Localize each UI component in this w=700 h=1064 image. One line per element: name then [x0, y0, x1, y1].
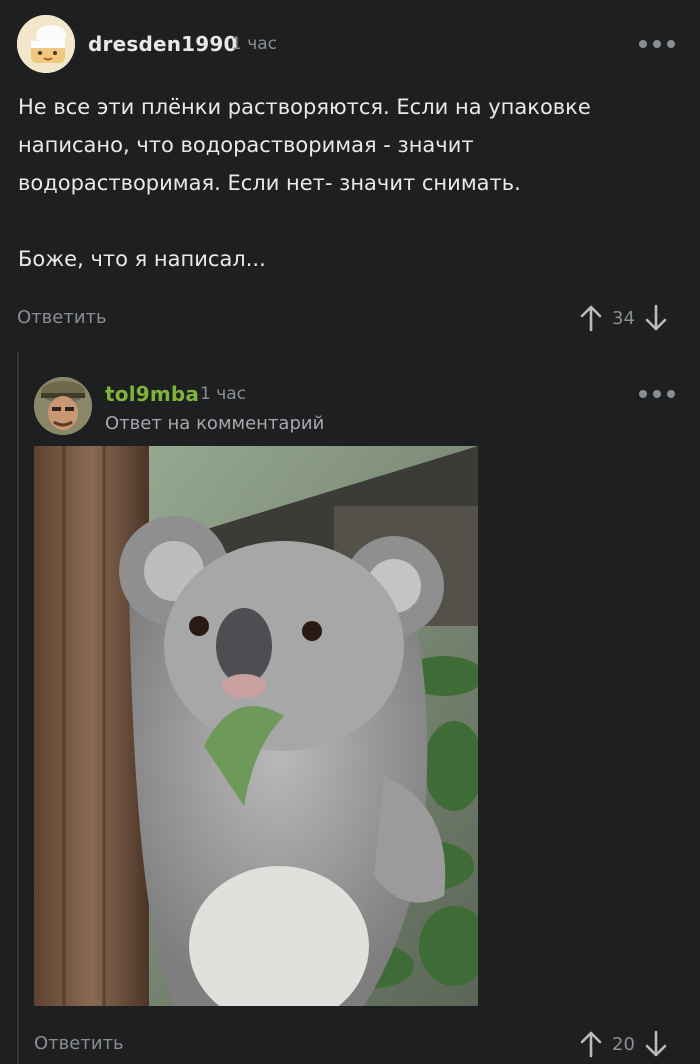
rating-count: 20 — [612, 1033, 635, 1055]
more-options-icon[interactable] — [639, 39, 675, 49]
downvote-arrow-icon[interactable] — [645, 1030, 667, 1058]
downvote-arrow-icon[interactable] — [645, 304, 667, 332]
username[interactable]: dresden1990 — [88, 32, 238, 56]
reply-button[interactable]: Ответить — [17, 307, 107, 328]
avatar-image — [34, 377, 92, 435]
comment-body: Не все эти плёнки растворяются. Если на … — [18, 88, 658, 278]
avatar-tol9mba[interactable] — [34, 377, 92, 435]
comment-time: 1 час — [200, 384, 247, 404]
upvote-arrow-icon[interactable] — [580, 1030, 602, 1058]
more-options-icon[interactable] — [639, 389, 675, 399]
upvote-arrow-icon[interactable] — [580, 304, 602, 332]
avatar-image — [17, 15, 75, 73]
vote-controls: 20 — [580, 1030, 667, 1058]
comment-time: 1 час — [231, 34, 278, 54]
koala-image — [34, 446, 478, 1006]
thread-line[interactable] — [17, 352, 19, 1064]
reply-to-comment-link[interactable]: Ответ на комментарий — [105, 413, 324, 434]
rating-count: 34 — [612, 307, 635, 329]
reply-button[interactable]: Ответить — [34, 1033, 124, 1054]
avatar-dresden1990[interactable] — [17, 15, 75, 73]
username[interactable]: tol9mba — [105, 382, 199, 406]
comment-paragraph: Не все эти плёнки растворяются. Если на … — [18, 95, 591, 195]
koala-photo[interactable] — [34, 446, 478, 1006]
comment-paragraph: Боже, что я написал... — [18, 247, 266, 271]
vote-controls: 34 — [580, 304, 667, 332]
